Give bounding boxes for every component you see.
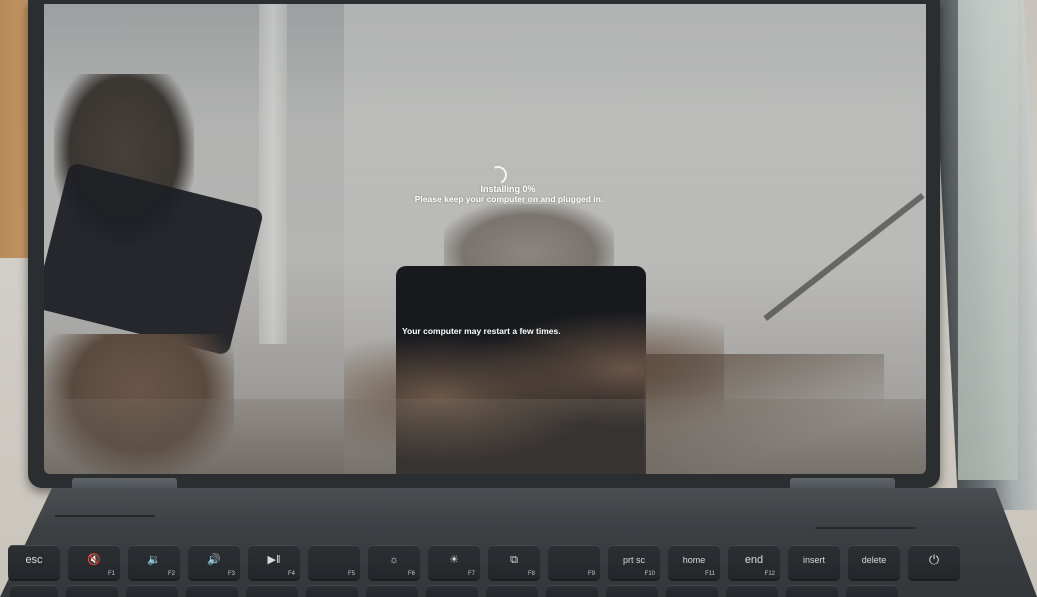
keyboard-key[interactable] (546, 585, 598, 597)
keyboard-key[interactable] (10, 585, 58, 597)
keyboard-key[interactable] (666, 585, 718, 597)
play-pause-icon: ▶‖ (267, 554, 281, 566)
number-key-row (0, 585, 1037, 597)
phone-reflection-left (44, 162, 265, 356)
power-icon: ⏻ (928, 552, 940, 567)
key-label: insert (802, 555, 825, 565)
restart-notice-text: Your computer may restart a few times. (402, 326, 561, 336)
key-fn-label: F1 (107, 571, 115, 577)
key-f1[interactable]: 🔇 F1 (68, 545, 120, 579)
key-power[interactable]: ⏻ (908, 545, 960, 579)
ceiling-reflection (344, 4, 926, 474)
hand-reflection-left (44, 334, 234, 474)
keyboard-key[interactable] (246, 585, 298, 597)
key-esc[interactable]: esc (8, 545, 60, 579)
function-key-row: esc 🔇 F1 🔉 F2 🔊 F3 ▶‖ F4 F5 ☼ F6 ☀ F7 ⧉ F8 F9 prt sc F10 ho… (8, 545, 978, 585)
key-fn-label: F3 (227, 571, 235, 577)
key-home[interactable]: home F11 (668, 545, 720, 579)
key-fn-label: F4 (287, 571, 295, 577)
volume-down-icon: 🔉 (147, 554, 161, 566)
keyboard-key[interactable] (726, 585, 778, 597)
keyboard-key[interactable] (606, 585, 658, 597)
keyboard-key[interactable] (66, 585, 118, 597)
key-prt-sc[interactable]: prt sc F10 (608, 545, 660, 579)
key-fn-label: F8 (527, 571, 535, 577)
key-fn-label: F2 (167, 571, 175, 577)
key-f7[interactable]: ☀ F7 (428, 545, 480, 579)
arm-reflection-right (644, 354, 884, 474)
key-fn-label: F10 (644, 571, 655, 577)
key-f6[interactable]: ☼ F6 (368, 545, 420, 579)
key-f9[interactable]: F9 (548, 545, 600, 579)
key-fn-label: F7 (467, 571, 475, 577)
key-label: prt sc (622, 555, 645, 565)
keyboard-key[interactable] (366, 585, 418, 597)
keyboard-key[interactable] (486, 585, 538, 597)
brightness-down-icon: ☼ (388, 554, 400, 566)
key-delete[interactable]: delete (848, 545, 900, 579)
key-f5[interactable]: F5 (308, 545, 360, 579)
photo-scene: Installing 0% Please keep your computer … (0, 0, 1037, 597)
install-instruction-text: Please keep your computer on and plugged… (414, 194, 604, 204)
keyboard-key[interactable] (426, 585, 478, 597)
deck-groove-left (55, 515, 155, 517)
key-fn-label: F12 (764, 571, 775, 577)
volume-up-icon: 🔊 (207, 554, 221, 566)
hands-reflection-center (344, 284, 724, 474)
key-label: end (744, 554, 764, 566)
key-end[interactable]: end F12 (728, 545, 780, 579)
key-fn-label: F11 (705, 571, 715, 577)
key-f3[interactable]: 🔊 F3 (188, 545, 240, 579)
diagonal-bar-reflection (763, 193, 925, 321)
phone-reflection-center (396, 266, 646, 474)
photographer-head-reflection (444, 204, 614, 294)
mute-icon: 🔇 (87, 554, 101, 566)
key-fn-label: F9 (587, 571, 595, 577)
laptop-screen: Installing 0% Please keep your computer … (44, 4, 926, 474)
key-fn-label: F5 (347, 571, 355, 577)
brightness-up-icon: ☀ (449, 554, 459, 566)
key-fn-label: F6 (407, 571, 415, 577)
keyboard-key[interactable] (846, 585, 898, 597)
key-f8[interactable]: ⧉ F8 (488, 545, 540, 579)
key-f4[interactable]: ▶‖ F4 (248, 545, 300, 579)
key-label: home (682, 555, 706, 565)
keyboard-key[interactable] (126, 585, 178, 597)
key-label: delete (861, 555, 887, 565)
display-switch-icon: ⧉ (510, 554, 518, 566)
key-f2[interactable]: 🔉 F2 (128, 545, 180, 579)
deck-groove-right (815, 527, 915, 529)
keyboard-key[interactable] (306, 585, 358, 597)
bottom-reflection (44, 399, 926, 474)
head-reflection (54, 74, 194, 244)
pillar-reflection (259, 4, 287, 344)
second-laptop-screen (958, 0, 1018, 480)
keyboard-key[interactable] (786, 585, 838, 597)
keyboard-key[interactable] (186, 585, 238, 597)
key-insert[interactable]: insert (788, 545, 840, 579)
key-label: esc (25, 554, 43, 566)
